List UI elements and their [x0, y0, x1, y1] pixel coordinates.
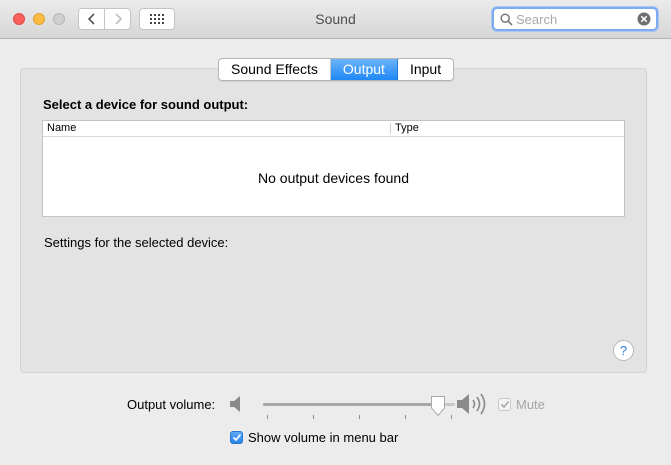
- output-volume-label: Output volume:: [127, 397, 216, 412]
- checkmark-icon: [500, 400, 509, 409]
- volume-tick: [313, 415, 314, 419]
- device-table[interactable]: Name Type No output devices found: [42, 120, 625, 217]
- volume-slider[interactable]: [263, 403, 455, 406]
- settings-label: Settings for the selected device:: [44, 235, 229, 250]
- show-volume-label: Show volume in menu bar: [248, 430, 399, 445]
- help-icon: ?: [619, 343, 628, 358]
- volume-slider-thumb[interactable]: [430, 395, 446, 417]
- tab-bar: Sound Effects Output Input: [218, 58, 455, 81]
- volume-tick: [405, 415, 406, 419]
- search-field[interactable]: [492, 7, 658, 31]
- speaker-low-icon: [230, 396, 240, 412]
- mute-label: Mute: [516, 397, 545, 412]
- tab-sound-effects[interactable]: Sound Effects: [219, 59, 331, 80]
- show-volume-check-box[interactable]: [230, 431, 243, 444]
- show-volume-checkbox[interactable]: Show volume in menu bar: [230, 430, 398, 445]
- column-header-type[interactable]: Type: [395, 122, 419, 134]
- tab-input[interactable]: Input: [398, 59, 453, 80]
- volume-slider-fill: [263, 403, 438, 406]
- volume-tick: [359, 415, 360, 419]
- checkmark-icon: [232, 433, 241, 442]
- volume-tick: [451, 415, 452, 419]
- tab-output[interactable]: Output: [330, 59, 398, 80]
- device-heading: Select a device for sound output:: [43, 97, 249, 112]
- speaker-high-icon: [457, 393, 486, 415]
- clear-icon[interactable]: [637, 12, 651, 26]
- mute-checkbox[interactable]: Mute: [498, 397, 545, 412]
- title-bar: Sound: [0, 0, 671, 39]
- empty-message: No output devices found: [258, 170, 409, 186]
- mute-check-box[interactable]: [498, 398, 511, 411]
- help-button[interactable]: ?: [613, 340, 634, 361]
- volume-tick: [267, 415, 268, 419]
- column-header-name[interactable]: Name: [47, 122, 76, 134]
- output-panel: [20, 68, 647, 373]
- search-icon: [500, 13, 513, 26]
- column-divider: [390, 123, 391, 134]
- search-input[interactable]: [516, 10, 634, 28]
- table-header: Name Type: [43, 121, 624, 137]
